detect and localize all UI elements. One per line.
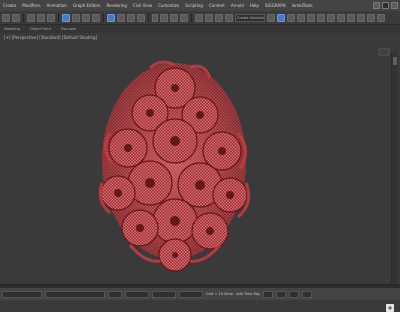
selection-set-dropdown[interactable]: Create Selection Set xyxy=(235,13,265,22)
tab-modeling[interactable]: Modeling xyxy=(4,27,20,31)
status-bar: Grid = 10.0mm Add Time Tag xyxy=(0,288,400,300)
reference-coordinate-icon[interactable] xyxy=(152,13,158,22)
minimize-icon[interactable] xyxy=(373,2,380,9)
z-coordinate-field[interactable] xyxy=(179,290,203,298)
menu-scripting[interactable]: Scripting xyxy=(185,3,203,8)
menu-civil-view[interactable]: Civil View xyxy=(133,3,152,8)
edit-named-selection-icon[interactable] xyxy=(267,13,275,22)
redo-icon[interactable] xyxy=(12,13,20,22)
time-config-icon[interactable] xyxy=(301,290,312,298)
menu-customize[interactable]: Customize xyxy=(158,3,179,8)
angle-snap-icon[interactable] xyxy=(205,13,213,22)
menu-animation[interactable]: Animation xyxy=(47,3,67,8)
scale-icon[interactable] xyxy=(127,13,135,22)
render-setup-icon[interactable] xyxy=(357,13,365,22)
bind-space-warp-icon[interactable] xyxy=(47,13,55,22)
prompt-line xyxy=(45,290,105,298)
place-icon[interactable] xyxy=(137,13,145,22)
snaps-toggle-icon[interactable] xyxy=(195,13,203,22)
menu-rendering[interactable]: Rendering xyxy=(106,3,126,8)
add-time-tag[interactable]: Add Time Tag xyxy=(236,292,260,296)
toolbar-divider xyxy=(148,13,149,22)
flower-mesh-model[interactable] xyxy=(0,33,400,288)
material-editor-icon[interactable] xyxy=(347,13,355,22)
toolbar-divider xyxy=(191,13,192,22)
align-icon[interactable] xyxy=(287,13,295,22)
render-production-icon[interactable] xyxy=(377,13,385,22)
toolbar-divider xyxy=(23,13,24,22)
select-object-icon[interactable] xyxy=(62,13,70,22)
window-crossing-icon[interactable] xyxy=(92,13,100,22)
move-icon[interactable] xyxy=(107,13,115,22)
select-by-name-icon[interactable] xyxy=(72,13,80,22)
x-coordinate-field[interactable] xyxy=(125,290,149,298)
schematic-view-icon[interactable] xyxy=(337,13,345,22)
mesh-body xyxy=(98,60,251,272)
close-icon[interactable] xyxy=(391,2,398,9)
curve-editor-icon[interactable] xyxy=(327,13,335,22)
menu-lambltools[interactable]: lamblTools xyxy=(292,3,313,8)
menu-bar: Create Modifiers Animation Graph Editors… xyxy=(0,0,400,11)
pivot-center-icon[interactable] xyxy=(160,13,168,22)
link-icon[interactable] xyxy=(27,13,35,22)
menu-help[interactable]: Help xyxy=(250,3,259,8)
maximize-icon[interactable] xyxy=(382,2,389,9)
menu-create[interactable]: Create xyxy=(3,3,16,8)
layer-explorer-icon[interactable] xyxy=(307,13,315,22)
tab-populate[interactable]: Populate xyxy=(61,27,76,31)
rectangular-selection-icon[interactable] xyxy=(82,13,90,22)
menu-content[interactable]: Content xyxy=(209,3,225,8)
perspective-viewport[interactable]: [+] [Perspective] [Standard] [Default Sh… xyxy=(0,33,400,312)
menu-modifiers[interactable]: Modifiers xyxy=(22,3,40,8)
ribbon-tabs: Modeling Object Paint Populate xyxy=(0,25,400,33)
set-key-button[interactable] xyxy=(275,290,286,298)
scene-explorer-icon[interactable] xyxy=(297,13,305,22)
maxscript-listener[interactable] xyxy=(2,290,42,298)
rendered-frame-window-icon[interactable] xyxy=(367,13,375,22)
percent-snap-icon[interactable] xyxy=(215,13,223,22)
unlink-icon[interactable] xyxy=(37,13,45,22)
menu-siggraph[interactable]: SIGGRAPH xyxy=(265,3,286,8)
undo-icon[interactable] xyxy=(2,13,10,22)
window-controls xyxy=(373,0,398,11)
graphite-toolbar-icon[interactable] xyxy=(317,13,325,22)
spinner-snap-icon[interactable] xyxy=(225,13,233,22)
select-manipulate-icon[interactable] xyxy=(170,13,178,22)
auto-key-button[interactable] xyxy=(262,290,273,298)
mirror-icon[interactable] xyxy=(277,13,285,22)
keyboard-shortcut-override-icon[interactable] xyxy=(180,13,188,22)
toolbar-divider xyxy=(58,13,59,22)
tab-object-paint[interactable]: Object Paint xyxy=(30,27,51,31)
play-icon[interactable] xyxy=(288,290,299,298)
menu-graph-editors[interactable]: Graph Editors xyxy=(73,3,100,8)
y-coordinate-field[interactable] xyxy=(152,290,176,298)
add-viewport-button[interactable]: + xyxy=(386,304,394,312)
rotate-icon[interactable] xyxy=(117,13,125,22)
main-toolbar: Create Selection Set xyxy=(0,11,400,25)
lock-selection-icon[interactable] xyxy=(108,290,122,298)
grid-size-readout: Grid = 10.0mm xyxy=(206,292,234,296)
menu-arnold[interactable]: Arnold xyxy=(231,3,244,8)
toolbar-divider xyxy=(103,13,104,22)
